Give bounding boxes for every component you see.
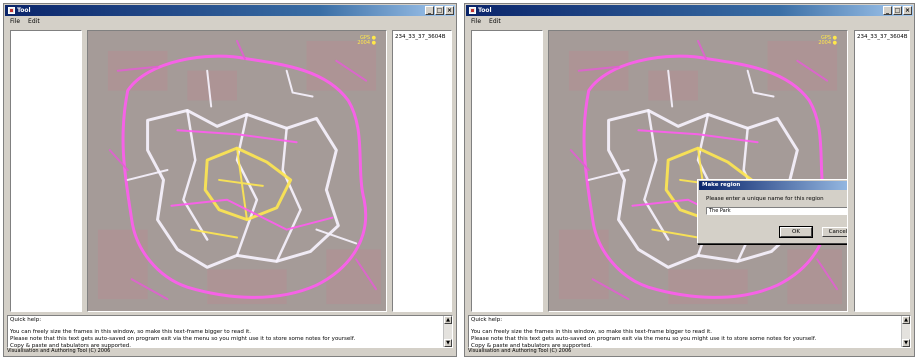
track-list-item[interactable]: 234_33_37_3604B [395, 34, 449, 40]
quick-help-textarea[interactable]: Quick help: You can freely size the fram… [468, 315, 911, 349]
left-list-panel[interactable] [471, 30, 543, 312]
map-patch [648, 70, 698, 101]
track-list-panel[interactable]: 234_33_37_3604B [392, 30, 452, 312]
menu-edit[interactable]: Edit [485, 17, 505, 27]
cancel-button[interactable]: Cancel [822, 227, 847, 237]
map-patch [787, 249, 843, 305]
menu-file[interactable]: File [467, 17, 485, 27]
window-title: Tool [478, 7, 492, 14]
title-bar[interactable]: Tool _ □ × [5, 5, 455, 16]
left-list-panel[interactable] [10, 30, 82, 312]
map-corner-mark: GPS ● 2004 ● [357, 35, 376, 46]
help-line: Please note that this text gets auto-sav… [10, 336, 356, 342]
dialog-title[interactable]: Make region [699, 181, 847, 190]
menu-file[interactable]: File [6, 17, 24, 27]
menu-edit[interactable]: Edit [24, 17, 44, 27]
status-bar: Visualisation and Authoring Tool (C) 200… [468, 348, 572, 354]
scroll-up-icon[interactable]: ▲ [902, 316, 910, 324]
title-bar[interactable]: Tool _ □ × [466, 5, 913, 16]
map-patch [207, 269, 287, 305]
map-corner-mark: GPS ● 2004 ● [818, 35, 837, 46]
map-patch [306, 40, 377, 91]
help-heading: Quick help: [10, 317, 42, 323]
maximize-button[interactable]: □ [893, 6, 902, 15]
scroll-up-icon[interactable]: ▲ [444, 316, 452, 324]
app-window-left: Tool _ □ × File Edit GPS ● 2004 ● 234_33_3… [3, 3, 457, 357]
region-name-input[interactable]: The Park [706, 207, 847, 215]
map-patch [187, 70, 237, 101]
track-list-panel[interactable]: 234_33_37_3604B [854, 30, 910, 312]
dialog-prompt: Please enter a unique name for this regi… [706, 196, 824, 202]
map-view[interactable]: GPS ●2004 ● Make region × Please enter a… [548, 30, 848, 312]
help-line: You can freely size the frames in this w… [10, 329, 251, 335]
app-window-right: Tool _ □ × File Edit GPS ● 2004 ● Make reg… [464, 3, 915, 357]
scroll-down-icon[interactable]: ▼ [902, 339, 910, 347]
app-icon [8, 7, 15, 14]
minimize-button[interactable]: _ [883, 6, 892, 15]
gps-track-map[interactable] [88, 31, 386, 311]
map-patch [558, 229, 609, 300]
menu-bar: File Edit [467, 17, 912, 27]
minimize-button[interactable]: _ [425, 6, 434, 15]
quick-help-textarea[interactable]: Quick help: You can freely size the fram… [7, 315, 453, 349]
track-list-item[interactable]: 234_33_37_3604B [857, 34, 908, 40]
help-scrollbar[interactable]: ▲ ▼ [901, 316, 910, 347]
window-title: Tool [17, 7, 31, 14]
map-patch [767, 40, 838, 91]
app-icon [469, 7, 476, 14]
ok-button[interactable]: OK [779, 226, 813, 238]
close-button[interactable]: × [445, 6, 454, 15]
maximize-button[interactable]: □ [435, 6, 444, 15]
map-patch [668, 269, 748, 305]
close-button[interactable]: × [903, 6, 912, 15]
scroll-down-icon[interactable]: ▼ [444, 339, 452, 347]
status-bar: Visualisation and Authoring Tool (C) 200… [7, 348, 111, 354]
menu-bar: File Edit [6, 17, 454, 27]
help-scrollbar[interactable]: ▲ ▼ [443, 316, 452, 347]
help-heading: Quick help: [471, 317, 503, 323]
gps-track-map[interactable] [549, 31, 847, 311]
help-line: You can freely size the frames in this w… [471, 329, 712, 335]
map-view[interactable]: GPS ● 2004 ● [87, 30, 387, 312]
make-region-dialog: Make region × Please enter a unique name… [697, 179, 847, 244]
map-patch [326, 249, 382, 305]
map-patch [97, 229, 148, 300]
help-line: Please note that this text gets auto-sav… [471, 336, 817, 342]
